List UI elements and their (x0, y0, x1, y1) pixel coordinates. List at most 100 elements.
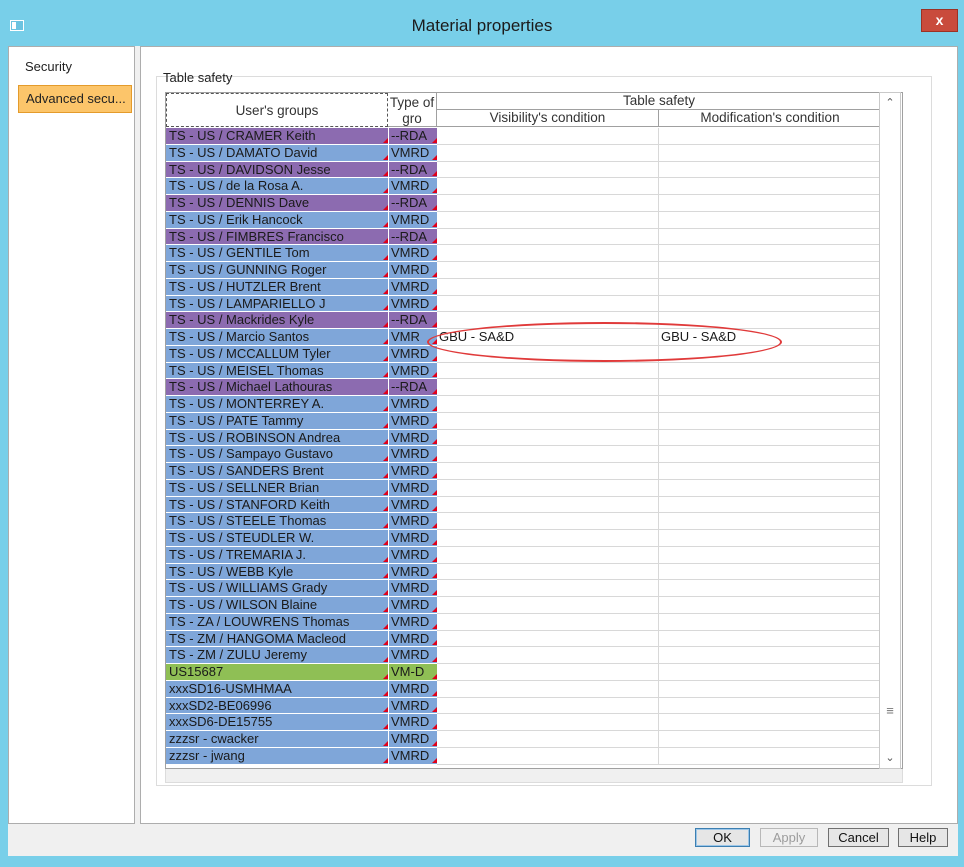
nav-item-security[interactable]: Security (18, 53, 72, 81)
modification-condition-cell[interactable] (659, 530, 882, 547)
visibility-condition-cell[interactable] (437, 714, 659, 731)
modification-condition-cell[interactable] (659, 429, 882, 447)
table-row[interactable]: TS - US / FIMBRES Francisco --RDA (166, 228, 882, 246)
group-type-cell[interactable]: VMRD (388, 479, 437, 497)
modification-condition-cell[interactable] (659, 379, 882, 396)
header-visibility-condition[interactable]: Visibility's condition (437, 110, 659, 127)
visibility-condition-cell[interactable]: GBU - SA&D (437, 329, 659, 346)
group-type-cell[interactable]: VMRD (388, 563, 437, 581)
modification-condition-cell[interactable] (659, 463, 882, 480)
group-type-cell[interactable]: VMRD (388, 278, 437, 296)
table-row[interactable]: TS - US / GUNNING Roger VMRD (166, 262, 882, 279)
table-row[interactable]: TS - US / ROBINSON Andrea VMRD (166, 429, 882, 447)
modification-condition-cell[interactable] (659, 714, 882, 731)
user-group-cell[interactable]: TS - US / MCCALLUM Tyler (166, 345, 388, 363)
modification-condition-cell[interactable] (659, 211, 882, 229)
group-type-cell[interactable]: --RDA (388, 161, 437, 179)
modification-condition-cell[interactable] (659, 479, 882, 497)
ok-button[interactable]: OK (695, 828, 750, 847)
visibility-condition-cell[interactable] (437, 597, 659, 614)
group-type-cell[interactable]: VMRD (388, 680, 437, 698)
modification-condition-cell[interactable] (659, 664, 882, 681)
table-row[interactable]: TS - ZM / HANGOMA Macleod VMRD (166, 630, 882, 648)
visibility-condition-cell[interactable] (437, 513, 659, 530)
table-row[interactable]: zzzsr - cwacker VMRD (166, 731, 882, 748)
user-group-cell[interactable]: TS - US / PATE Tammy (166, 412, 388, 430)
group-type-cell[interactable]: VMRD (388, 647, 437, 664)
group-type-cell[interactable]: VMRD (388, 613, 437, 631)
table-row[interactable]: TS - US / GENTILE Tom VMRD (166, 245, 882, 262)
visibility-condition-cell[interactable] (437, 278, 659, 296)
modification-condition-cell[interactable] (659, 580, 882, 597)
visibility-condition-cell[interactable] (437, 580, 659, 597)
table-row[interactable]: TS - US / MONTERREY A. VMRD (166, 396, 882, 413)
user-group-cell[interactable]: xxxSD16-USMHMAA (166, 680, 388, 698)
user-group-cell[interactable]: TS - US / Marcio Santos (166, 329, 388, 346)
user-group-cell[interactable]: TS - US / Erik Hancock (166, 211, 388, 229)
user-group-cell[interactable]: zzzsr - cwacker (166, 731, 388, 748)
table-row[interactable]: TS - US / LAMPARIELLO J VMRD (166, 295, 882, 313)
modification-condition-cell[interactable] (659, 546, 882, 564)
modification-condition-cell[interactable] (659, 178, 882, 195)
visibility-condition-cell[interactable] (437, 680, 659, 698)
group-type-cell[interactable]: VMRD (388, 580, 437, 597)
group-type-cell[interactable]: --RDA (388, 228, 437, 246)
table-row[interactable]: TS - US / SELLNER Brian VMRD (166, 479, 882, 497)
user-group-cell[interactable]: xxxSD6-DE15755 (166, 714, 388, 731)
help-button[interactable]: Help (898, 828, 948, 847)
modification-condition-cell[interactable] (659, 680, 882, 698)
user-group-cell[interactable]: TS - US / STEELE Thomas (166, 513, 388, 530)
table-row[interactable]: xxxSD2-BE06996 VMRD (166, 697, 882, 715)
visibility-condition-cell[interactable] (437, 530, 659, 547)
table-row[interactable]: TS - US / STANFORD Keith VMRD (166, 496, 882, 514)
visibility-condition-cell[interactable] (437, 178, 659, 195)
visibility-condition-cell[interactable] (437, 128, 659, 145)
group-type-cell[interactable]: VM-D (388, 664, 437, 681)
group-type-cell[interactable]: --RDA (388, 128, 437, 145)
group-type-cell[interactable]: VMRD (388, 429, 437, 447)
user-group-cell[interactable]: TS - US / Sampayo Gustavo (166, 446, 388, 463)
group-type-cell[interactable]: VMRD (388, 345, 437, 363)
group-type-cell[interactable]: VMRD (388, 513, 437, 530)
group-type-cell[interactable]: VMRD (388, 463, 437, 480)
modification-condition-cell[interactable] (659, 563, 882, 581)
table-row[interactable]: TS - US / de la Rosa A. VMRD (166, 178, 882, 195)
visibility-condition-cell[interactable] (437, 429, 659, 447)
table-row[interactable]: TS - US / PATE Tammy VMRD (166, 412, 882, 430)
group-type-cell[interactable]: VMRD (388, 362, 437, 380)
modification-condition-cell[interactable] (659, 446, 882, 463)
visibility-condition-cell[interactable] (437, 630, 659, 648)
header-modification-condition[interactable]: Modification's condition (659, 110, 882, 127)
modification-condition-cell[interactable] (659, 697, 882, 715)
visibility-condition-cell[interactable] (437, 731, 659, 748)
table-row[interactable]: TS - ZA / LOUWRENS Thomas VMRD (166, 613, 882, 631)
table-row[interactable]: TS - US / DENNIS Dave --RDA (166, 195, 882, 212)
cancel-button[interactable]: Cancel (828, 828, 889, 847)
group-type-cell[interactable]: VMRD (388, 597, 437, 614)
user-group-cell[interactable]: TS - ZM / ZULU Jeremy (166, 647, 388, 664)
group-type-cell[interactable]: VMRD (388, 630, 437, 648)
table-row[interactable]: TS - US / Erik Hancock VMRD (166, 211, 882, 229)
table-row[interactable]: US15687 VM-D (166, 664, 882, 681)
user-group-cell[interactable]: TS - US / WEBB Kyle (166, 563, 388, 581)
visibility-condition-cell[interactable] (437, 312, 659, 329)
modification-condition-cell[interactable] (659, 345, 882, 363)
user-group-cell[interactable]: TS - ZM / HANGOMA Macleod (166, 630, 388, 648)
visibility-condition-cell[interactable] (437, 563, 659, 581)
user-group-cell[interactable]: TS - US / Mackrides Kyle (166, 312, 388, 329)
table-row[interactable]: TS - US / MCCALLUM Tyler VMRD (166, 345, 882, 363)
table-row[interactable]: TS - US / WILLIAMS Grady VMRD (166, 580, 882, 597)
group-type-cell[interactable]: VMRD (388, 295, 437, 313)
modification-condition-cell[interactable] (659, 195, 882, 212)
group-type-cell[interactable]: --RDA (388, 379, 437, 396)
group-type-cell[interactable]: VMRD (388, 747, 437, 765)
user-group-cell[interactable]: TS - US / TREMARIA J. (166, 546, 388, 564)
table-row[interactable]: xxxSD6-DE15755 VMRD (166, 714, 882, 731)
user-group-cell[interactable]: TS - US / STEUDLER W. (166, 530, 388, 547)
visibility-condition-cell[interactable] (437, 195, 659, 212)
title-bar[interactable]: Material properties x (0, 0, 964, 46)
modification-condition-cell[interactable] (659, 412, 882, 430)
scroll-up-arrow-icon[interactable]: ⌃ (880, 93, 900, 113)
user-group-cell[interactable]: TS - US / de la Rosa A. (166, 178, 388, 195)
modification-condition-cell[interactable] (659, 128, 882, 145)
